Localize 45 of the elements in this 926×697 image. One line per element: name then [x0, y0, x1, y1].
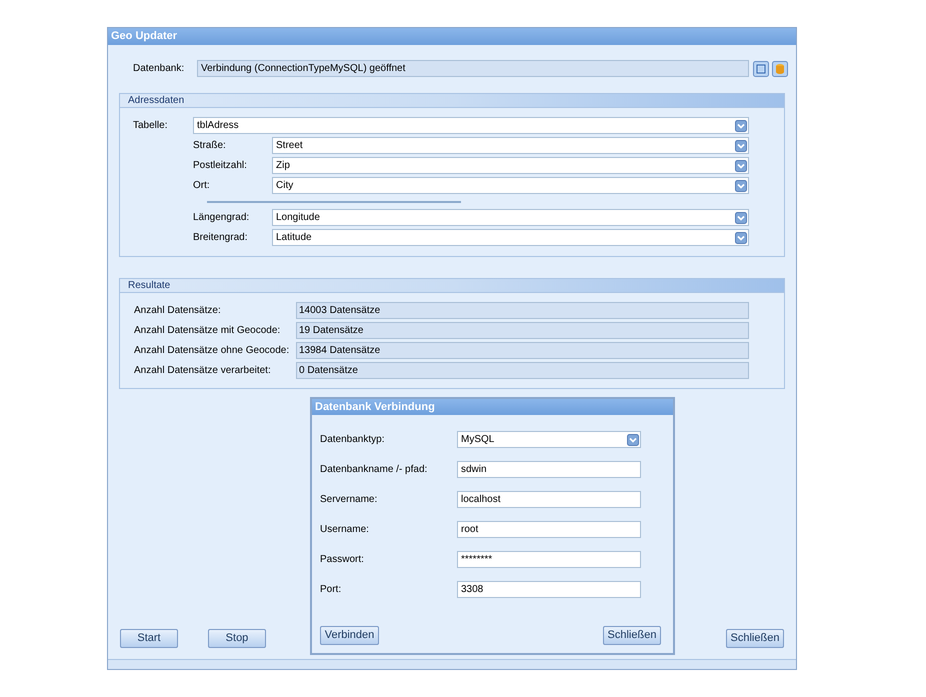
- field-label: Straße:: [193, 139, 227, 153]
- result-label: Anzahl Datensätze:: [134, 304, 222, 318]
- result-label: Anzahl Datensätze mit Geocode:: [134, 324, 282, 338]
- status-field: Verbindung (ConnectionTypeMySQL) geöffnet: [197, 60, 749, 77]
- result-value: 19 Datensätze: [296, 322, 749, 339]
- field-label: Postleitzahl:: [193, 159, 248, 173]
- input-field[interactable]: ********: [457, 551, 641, 568]
- input-field[interactable]: root: [457, 521, 641, 538]
- button[interactable]: Stop: [208, 629, 266, 648]
- field-label: Datenbank:: [133, 62, 186, 76]
- dropdown-field[interactable]: Longitude: [272, 209, 749, 226]
- field-label: Datenbanktyp:: [320, 433, 386, 447]
- dropdown-field[interactable]: Latitude: [272, 229, 749, 246]
- result-label: Anzahl Datensätze ohne Geocode:: [134, 344, 290, 358]
- button[interactable]: Schließen: [726, 629, 784, 648]
- button[interactable]: Start: [120, 629, 178, 648]
- group-title: Adressdaten: [128, 94, 184, 108]
- input-field[interactable]: 3308: [457, 581, 641, 598]
- dropdown-field[interactable]: tblAdress: [193, 117, 749, 134]
- window-icon[interactable]: [753, 60, 769, 76]
- dropdown-field[interactable]: Zip: [272, 157, 749, 174]
- field-label: Ort:: [193, 179, 211, 193]
- field-label: Längengrad:: [193, 211, 250, 225]
- field-label: Tabelle:: [133, 119, 168, 133]
- dropdown-field[interactable]: MySQL: [457, 431, 641, 448]
- dropdown-field[interactable]: Street: [272, 137, 749, 154]
- input-field[interactable]: sdwin: [457, 461, 641, 478]
- result-label: Anzahl Datensätze verarbeitet:: [134, 364, 272, 378]
- field-label: Passwort:: [320, 553, 365, 567]
- input-field[interactable]: localhost: [457, 491, 641, 508]
- database-icon[interactable]: [772, 60, 788, 76]
- dialog-title: Datenbank Verbindung: [315, 400, 435, 415]
- field-label: Servername:: [320, 493, 378, 507]
- dropdown-field[interactable]: City: [272, 177, 749, 194]
- field-label: Username:: [320, 523, 370, 537]
- result-value: 0 Datensätze: [296, 362, 749, 379]
- button[interactable]: Schließen: [603, 626, 661, 645]
- window-title: Geo Updater: [111, 29, 178, 44]
- field-label: Port:: [320, 583, 342, 597]
- result-value: 14003 Datensätze: [296, 302, 749, 319]
- group-title: Resultate: [128, 279, 170, 293]
- result-value: 13984 Datensätze: [296, 342, 749, 359]
- field-label: Datenbankname /- pfad:: [320, 463, 428, 477]
- field-label: Breitengrad:: [193, 231, 248, 245]
- button[interactable]: Verbinden: [320, 626, 379, 645]
